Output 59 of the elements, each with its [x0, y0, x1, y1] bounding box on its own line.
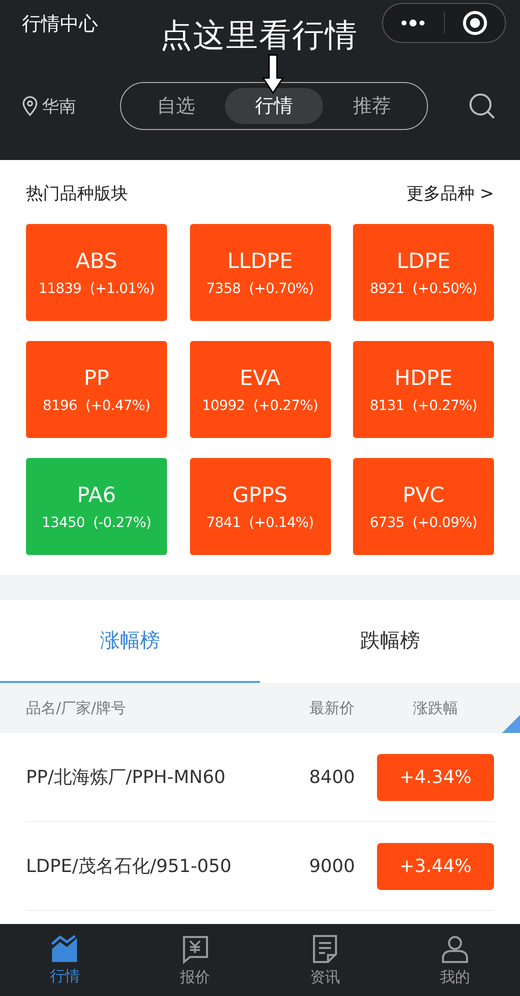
location-pin-icon — [22, 96, 38, 116]
column-header: 最新价 — [308, 698, 356, 718]
product-name: HDPE — [394, 366, 452, 390]
product-name: GPPS — [232, 482, 288, 506]
more-link[interactable]: 更多品种 > — [406, 182, 494, 204]
product-name: LDPE — [396, 248, 450, 272]
product-tile[interactable]: PA6 13450 (-0.27%) — [26, 458, 167, 555]
more-icon — [400, 19, 426, 27]
change-badge: +3.44% — [377, 842, 494, 890]
price-cell-text: 9000 — [308, 856, 356, 876]
product-tile[interactable]: HDPE 8131 (+0.27%) — [353, 341, 494, 438]
tabbar-item[interactable]: 行情 — [0, 924, 130, 996]
segment-tab[interactable]: 行情 — [225, 88, 323, 124]
product-quote: 6735 (+0.09%) — [370, 514, 478, 530]
product-quote: 7358 (+0.70%) — [206, 280, 314, 296]
page-title: 行情中心 — [22, 12, 98, 37]
segment-tab[interactable]: 推荐 — [323, 88, 421, 124]
product-tile[interactable]: GPPS 7841 (+0.14%) — [190, 458, 330, 555]
product-quote: 8196 (+0.47%) — [42, 398, 150, 414]
product-name: PP — [84, 366, 110, 390]
tabbar-item[interactable]: 资讯 — [260, 924, 390, 996]
product-name: EVA — [240, 366, 280, 390]
document-icon — [311, 934, 339, 964]
user-icon — [440, 934, 470, 964]
product-tile[interactable]: ABS 11839 (+1.01%) — [26, 224, 167, 321]
chart-icon — [50, 934, 80, 962]
column-header: 涨跌幅 — [412, 698, 459, 718]
search-button[interactable] — [468, 92, 496, 120]
price-cell-text: 8400 — [308, 766, 356, 788]
yen-note-icon — [180, 934, 210, 964]
tabbar-item[interactable]: 我的 — [390, 924, 520, 996]
product-cell-text: LDPE/茂名石化/951-050 — [26, 855, 232, 878]
segment-tab[interactable]: 自选 — [127, 88, 225, 124]
product-quote: 13450 (-0.27%) — [42, 514, 152, 530]
corner-mark — [502, 715, 520, 733]
product-quote: 8921 (+0.50%) — [370, 280, 478, 296]
product-name: ABS — [76, 248, 118, 272]
tabbar-item[interactable]: 报价 — [130, 924, 260, 996]
product-cell-text: PP/北海炼厂/PPH-MN60 — [26, 766, 226, 789]
product-quote: 10992 (+0.27%) — [202, 398, 318, 414]
column-header: 品名/厂家/牌号 — [26, 698, 128, 718]
product-tile[interactable]: PVC 6735 (+0.09%) — [353, 458, 494, 555]
down-arrow — [262, 54, 284, 94]
section-title: 热门品种版块 — [26, 182, 128, 204]
region-selector[interactable]: 华南 — [22, 94, 120, 118]
annotation-text: 点这里看行情 — [160, 15, 358, 56]
target-icon — [462, 10, 488, 36]
product-name: LLDPE — [227, 248, 293, 272]
change-badge: +4.34% — [377, 754, 494, 800]
product-name: PA6 — [76, 482, 116, 506]
search-icon — [468, 92, 496, 120]
product-quote: 8131 (+0.27%) — [370, 398, 478, 414]
product-name: PVC — [402, 482, 444, 506]
product-tile[interactable]: LDPE 8921 (+0.50%) — [353, 224, 494, 321]
product-quote: 7841 (+0.14%) — [206, 514, 314, 530]
product-tile[interactable]: LLDPE 7358 (+0.70%) — [190, 224, 330, 321]
product-quote: 11839 (+1.01%) — [38, 280, 155, 296]
product-tile[interactable]: EVA 10992 (+0.27%) — [190, 341, 330, 438]
product-tile[interactable]: PP 8196 (+0.47%) — [26, 341, 167, 438]
